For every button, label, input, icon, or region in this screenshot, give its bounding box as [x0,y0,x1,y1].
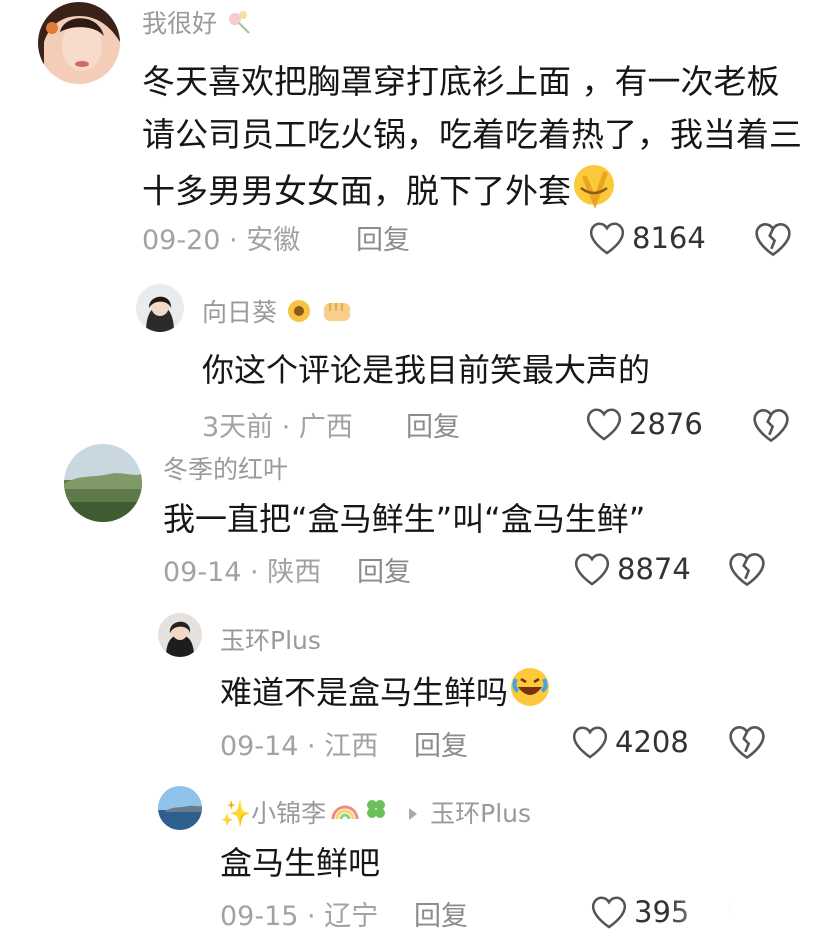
avatar[interactable] [158,613,202,657]
reply-to-username[interactable]: 玉环Plus [430,794,531,830]
broken-heart-icon [729,552,765,587]
like-button[interactable]: 2876 [585,406,703,442]
broken-heart-icon [753,408,789,443]
dislike-button[interactable] [727,551,767,591]
clover-icon [362,795,390,829]
reply-button[interactable]: 回复 [356,218,410,257]
comment-text: 我一直把“盒马鲜生”叫“盒马生鲜” [163,500,646,538]
date-location: 09-14 · 江西 [220,731,379,762]
like-button[interactable]: 8164 [588,220,706,256]
fist-icon [321,297,353,331]
heart-outline-icon [589,222,625,255]
username[interactable]: 玉环Plus [220,621,321,657]
like-count: 8164 [632,221,706,255]
comment-text: 盒马生鲜吧 [220,844,381,882]
avatar[interactable] [136,284,184,332]
flower-badge-icon [225,7,255,43]
reply-button[interactable]: 回复 [414,724,468,763]
username[interactable]: 我很好 [142,4,255,43]
watermark-fade [668,879,828,939]
dislike-button[interactable] [753,221,793,261]
like-count: 2876 [629,407,703,441]
like-button[interactable]: 8874 [573,551,691,587]
heart-outline-icon [572,726,608,759]
reply-button[interactable]: 回复 [406,405,460,444]
heart-outline-icon [586,408,622,441]
rainbow-icon [330,797,360,827]
date-location: 09-20 · 安徽 [142,225,301,256]
dislike-button[interactable] [751,407,791,447]
like-count: 8874 [617,552,691,586]
reply-button[interactable]: 回复 [357,550,411,589]
dislike-button[interactable] [727,724,767,764]
username[interactable]: 向日葵 [202,293,353,331]
laughing-crying-emoji-icon [508,665,552,724]
comment-text: 难道不是盒马生鲜吗 [220,665,552,724]
username[interactable]: ✨小锦李 玉环Plus [220,794,531,830]
broken-heart-icon [755,222,791,257]
heart-outline-icon [591,896,627,929]
triangle-right-icon [408,798,418,827]
like-button[interactable]: 4208 [571,724,689,760]
username[interactable]: 冬季的红叶 [163,450,288,486]
comment-text: 冬天喜欢把胸罩穿打底衫上面 ，有一次老板请公司员工吃火锅，吃着吃着热了，我当着三… [142,56,802,223]
broken-heart-icon [729,725,765,760]
like-count: 4208 [615,725,689,759]
face-palm-emoji-icon [571,162,617,224]
date-location: 3天前 · 广西 [202,412,353,443]
avatar[interactable] [38,2,120,84]
heart-outline-icon [574,553,610,586]
date-location: 09-14 · 陕西 [163,557,322,588]
date-location: 09-15 · 辽宁 [220,901,379,932]
avatar[interactable] [64,444,142,522]
comment-text: 你这个评论是我目前笑最大声的 [202,351,651,389]
reply-button[interactable]: 回复 [414,894,468,933]
avatar[interactable] [158,786,202,830]
sunflower-icon [285,297,313,331]
